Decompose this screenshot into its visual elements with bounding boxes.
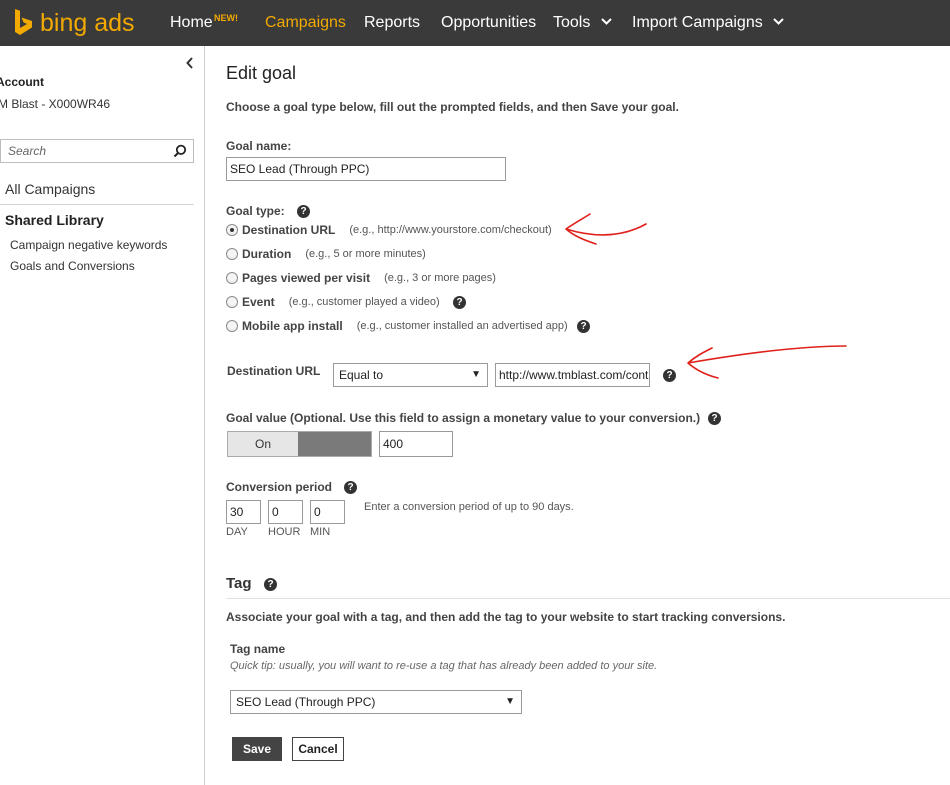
conversion-period-hint: Enter a conversion period of up to 90 da…: [364, 501, 574, 513]
goal-value-help-icon[interactable]: ?: [708, 412, 721, 425]
cancel-button[interactable]: Cancel: [292, 737, 344, 761]
nav-home[interactable]: Home NEW!: [170, 13, 238, 32]
tag-help-icon[interactable]: ?: [264, 578, 277, 591]
min-unit-label: MIN: [310, 526, 331, 538]
nav-campaigns[interactable]: Campaigns: [265, 14, 346, 32]
goal-type-help-icon[interactable]: ?: [297, 205, 310, 218]
nav-tools[interactable]: Tools: [553, 14, 612, 32]
goal-value-label: Goal value (Optional. Use this field to …: [226, 411, 701, 425]
conversion-hour-input[interactable]: [268, 500, 303, 524]
tag-name-label: Tag name: [230, 642, 286, 656]
radio-pages-viewed[interactable]: [226, 272, 238, 284]
sidebar-search: [0, 139, 194, 163]
sidebar-item-all-campaigns[interactable]: All Campaigns: [5, 181, 95, 197]
bing-logo-icon: [15, 9, 32, 35]
nav-tools-label: Tools: [553, 14, 591, 31]
tag-name-select[interactable]: SEO Lead (Through PPC) ▼: [230, 690, 522, 714]
conversion-period-label: Conversion period: [226, 480, 333, 494]
nav-reports[interactable]: Reports: [364, 14, 420, 32]
radio-hint: (e.g., customer installed an advertised …: [356, 320, 568, 332]
radio-hint: (e.g., customer played a video): [288, 296, 440, 308]
goal-type-option-duration[interactable]: Duration (e.g., 5 or more minutes): [226, 246, 426, 262]
logo-text: bing ads: [40, 9, 135, 37]
destination-url-help-icon[interactable]: ?: [663, 369, 676, 382]
collapse-sidebar-icon[interactable]: [185, 56, 195, 70]
radio-event[interactable]: [226, 296, 238, 308]
chevron-down-icon: [601, 18, 612, 25]
dropdown-arrow-icon: ▼: [471, 369, 481, 380]
destination-url-input[interactable]: [495, 363, 650, 387]
tag-section-divider: [226, 598, 950, 599]
goal-name-input[interactable]: [226, 157, 506, 181]
nav-reports-label: Reports: [364, 14, 421, 31]
sidebar: Account M Blast - X000WR46 All Campaigns…: [0, 46, 205, 785]
search-icon[interactable]: [173, 144, 187, 158]
toggle-on-label: On: [228, 432, 298, 456]
account-label: Account: [0, 75, 44, 89]
radio-mobile-app-install[interactable]: [226, 320, 238, 332]
sidebar-item-campaign-negative-keywords[interactable]: Campaign negative keywords: [10, 238, 167, 252]
nav-campaigns-label: Campaigns: [265, 14, 346, 31]
nav-import-campaigns-label: Import Campaigns: [632, 14, 763, 31]
radio-label: Mobile app install: [242, 319, 343, 333]
tag-section-title: Tag: [226, 575, 252, 592]
tag-description: Associate your goal with a tag, and then…: [226, 610, 786, 624]
page-title: Edit goal: [226, 63, 297, 83]
goal-value-toggle[interactable]: On: [227, 431, 372, 457]
conversion-min-input[interactable]: [310, 500, 345, 524]
event-help-icon[interactable]: ?: [453, 296, 466, 309]
radio-hint: (e.g., 3 or more pages): [384, 272, 496, 284]
sidebar-divider: [0, 204, 194, 205]
conversion-day-input[interactable]: [226, 500, 261, 524]
radio-label: Destination URL: [242, 223, 336, 237]
tag-quick-tip: Quick tip: usually, you will want to re-…: [230, 660, 658, 672]
hour-unit-label: HOUR: [268, 526, 301, 538]
goal-type-option-event[interactable]: Event (e.g., customer played a video): [226, 294, 440, 310]
nav-opportunities[interactable]: Opportunities: [441, 14, 536, 32]
goal-type-option-mobile-app-install[interactable]: Mobile app install (e.g., customer insta…: [226, 318, 568, 334]
radio-hint: (e.g., 5 or more minutes): [305, 248, 426, 260]
sidebar-item-goals-and-conversions[interactable]: Goals and Conversions: [10, 259, 135, 273]
radio-label: Pages viewed per visit: [242, 271, 371, 285]
search-input[interactable]: [1, 140, 161, 162]
conversion-period-help-icon[interactable]: ?: [344, 481, 357, 494]
chevron-down-icon: [773, 18, 784, 25]
goal-name-label: Goal name:: [226, 139, 292, 153]
radio-label: Duration: [242, 247, 292, 261]
save-button[interactable]: Save: [232, 737, 282, 761]
radio-hint: (e.g., http://www.yourstore.com/checkout…: [349, 224, 552, 236]
goal-type-label: Goal type:: [226, 204, 285, 218]
destination-url-label: Destination URL: [227, 364, 321, 378]
dropdown-arrow-icon: ▼: [505, 696, 515, 707]
radio-duration[interactable]: [226, 248, 238, 260]
new-badge: NEW!: [214, 13, 238, 23]
toggle-slider: [298, 432, 371, 456]
top-nav-bar: bing ads Home NEW! Campaigns Reports Opp…: [0, 0, 950, 46]
bing-ads-logo[interactable]: bing ads: [14, 9, 135, 37]
mobile-app-help-icon[interactable]: ?: [577, 320, 590, 333]
select-value: Equal to: [339, 368, 384, 382]
destination-url-operator-select[interactable]: Equal to ▼: [333, 363, 488, 387]
goal-type-option-destination-url[interactable]: Destination URL (e.g., http://www.yourst…: [226, 222, 552, 238]
nav-opportunities-label: Opportunities: [441, 14, 537, 31]
radio-label: Event: [242, 295, 275, 309]
edit-goal-panel: Edit goal Choose a goal type below, fill…: [226, 46, 950, 785]
day-unit-label: DAY: [226, 526, 248, 538]
nav-home-label: Home: [170, 14, 213, 31]
nav-import-campaigns[interactable]: Import Campaigns: [632, 14, 784, 32]
sidebar-heading-shared-library[interactable]: Shared Library: [5, 212, 104, 228]
goal-value-input[interactable]: [379, 431, 453, 457]
goal-type-option-pages-viewed[interactable]: Pages viewed per visit (e.g., 3 or more …: [226, 270, 496, 286]
intro-text: Choose a goal type below, fill out the p…: [226, 100, 679, 114]
select-value: SEO Lead (Through PPC): [236, 695, 376, 709]
radio-destination-url[interactable]: [226, 224, 238, 236]
account-name[interactable]: M Blast - X000WR46: [0, 97, 110, 111]
